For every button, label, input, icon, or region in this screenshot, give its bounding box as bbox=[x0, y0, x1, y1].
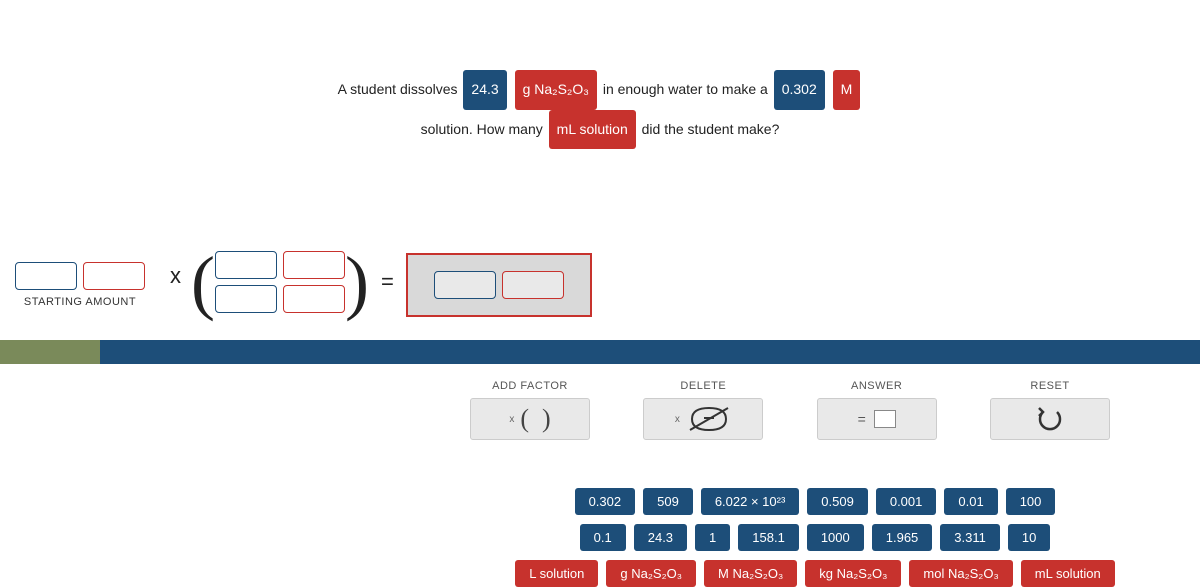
add-factor-label: ADD FACTOR bbox=[492, 380, 568, 392]
answer-value-slot[interactable] bbox=[434, 271, 496, 299]
tile-number[interactable]: 24.3 bbox=[634, 524, 687, 551]
conversion-factor bbox=[215, 251, 345, 319]
answer-group bbox=[406, 253, 592, 317]
unit-tiles-row: L solution g Na₂S₂O₃ M Na₂S₂O₃ kg Na₂S₂O… bbox=[450, 560, 1180, 587]
q-part2: in enough water to make a bbox=[603, 81, 768, 97]
tile-number[interactable]: 158.1 bbox=[738, 524, 799, 551]
delete-button[interactable]: x bbox=[643, 398, 763, 440]
tool-row: ADD FACTOR x( ) DELETE x ANSWER = RESET bbox=[460, 380, 1120, 440]
answer-button[interactable]: = bbox=[817, 398, 937, 440]
q-part4: did the student make? bbox=[642, 121, 780, 137]
denom-unit-slot[interactable] bbox=[283, 285, 345, 313]
tile-number[interactable]: 0.1 bbox=[580, 524, 626, 551]
start-unit-slot[interactable] bbox=[83, 262, 145, 290]
tile-number[interactable]: 0.001 bbox=[876, 488, 937, 515]
delete-label: DELETE bbox=[680, 380, 726, 392]
tile-unit[interactable]: kg Na₂S₂O₃ bbox=[805, 560, 901, 587]
section-divider bbox=[0, 340, 1200, 364]
tile-number[interactable]: 0.509 bbox=[807, 488, 868, 515]
reset-button[interactable] bbox=[990, 398, 1110, 440]
delete-factor-icon bbox=[686, 404, 732, 434]
section-divider-accent bbox=[0, 340, 100, 364]
tile-unit[interactable]: mol Na₂S₂O₃ bbox=[909, 560, 1012, 587]
multiply-symbol: x bbox=[160, 263, 191, 307]
tile-number[interactable]: 0.302 bbox=[575, 488, 636, 515]
q-part3: solution. How many bbox=[421, 121, 543, 137]
undo-icon bbox=[1027, 404, 1073, 434]
answer-unit-slot[interactable] bbox=[502, 271, 564, 299]
tile-number[interactable]: 1000 bbox=[807, 524, 864, 551]
q-amount-chip: 24.3 bbox=[463, 70, 506, 110]
q-massunit-chip: g Na₂S₂O₃ bbox=[515, 70, 597, 110]
close-paren-icon: ) bbox=[345, 252, 369, 318]
q-molarity-chip: 0.302 bbox=[774, 70, 825, 110]
tile-number[interactable]: 3.311 bbox=[940, 524, 1000, 551]
number-tiles-row2: 0.1 24.3 1 158.1 1000 1.965 3.311 10 bbox=[450, 524, 1180, 551]
starting-amount-block: STARTING AMOUNT bbox=[0, 262, 160, 308]
number-tiles-row1: 0.302 509 6.022 × 10²³ 0.509 0.001 0.01 … bbox=[450, 488, 1180, 515]
starting-amount-label: STARTING AMOUNT bbox=[24, 296, 136, 308]
tile-number[interactable]: 10 bbox=[1008, 524, 1050, 551]
denom-value-slot[interactable] bbox=[215, 285, 277, 313]
start-value-slot[interactable] bbox=[15, 262, 77, 290]
tile-number[interactable]: 100 bbox=[1006, 488, 1056, 515]
tile-number[interactable]: 1.965 bbox=[872, 524, 933, 551]
tile-unit[interactable]: g Na₂S₂O₃ bbox=[606, 560, 696, 587]
answer-label: ANSWER bbox=[851, 380, 902, 392]
q-molarityunit-chip: M bbox=[833, 70, 861, 110]
numer-value-slot[interactable] bbox=[215, 251, 277, 279]
answer-box-icon bbox=[874, 410, 896, 428]
tile-number[interactable]: 1 bbox=[695, 524, 730, 551]
tile-number[interactable]: 6.022 × 10²³ bbox=[701, 488, 799, 515]
tile-number[interactable]: 0.01 bbox=[944, 488, 997, 515]
tile-number[interactable]: 509 bbox=[643, 488, 693, 515]
equation-row: STARTING AMOUNT x ( ) = bbox=[0, 240, 1200, 330]
numer-unit-slot[interactable] bbox=[283, 251, 345, 279]
open-paren-icon: ( bbox=[191, 252, 215, 318]
q-part1: A student dissolves bbox=[338, 81, 458, 97]
tile-unit[interactable]: M Na₂S₂O₃ bbox=[704, 560, 797, 587]
tile-unit[interactable]: L solution bbox=[515, 560, 598, 587]
question-text: A student dissolves 24.3 g Na₂S₂O₃ in en… bbox=[0, 70, 1200, 149]
equals-symbol: = bbox=[369, 269, 406, 301]
reset-label: RESET bbox=[1030, 380, 1069, 392]
add-factor-button[interactable]: x( ) bbox=[470, 398, 590, 440]
q-target-chip: mL solution bbox=[549, 110, 636, 150]
tile-unit[interactable]: mL solution bbox=[1021, 560, 1115, 587]
